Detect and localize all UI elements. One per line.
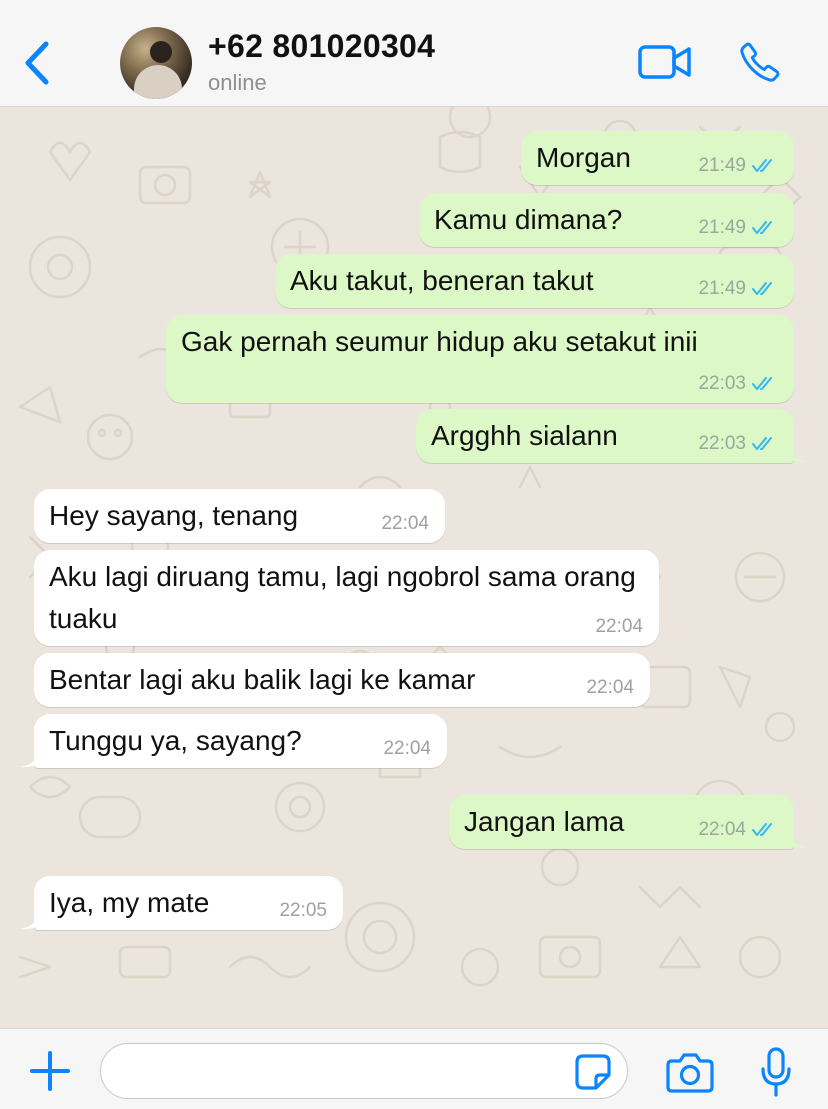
message-time: 21:49: [698, 217, 746, 238]
read-receipt-icon: [752, 436, 772, 450]
message-text: Iya, my mate: [49, 887, 210, 918]
message-text: Gak pernah seumur hidup aku setakut inii: [181, 326, 698, 357]
message-bubble-outgoing[interactable]: Morgan 21:49: [521, 131, 794, 185]
message-text: Aku lagi diruang tamu, lagi ngobrol sama…: [49, 561, 636, 634]
message-text: Argghh sialann: [431, 420, 618, 451]
message-time: 22:05: [279, 900, 327, 921]
read-receipt-icon: [752, 220, 772, 234]
chat-header: +62 801020304 online: [0, 0, 828, 107]
read-receipt-icon: [752, 822, 772, 836]
voice-call-button[interactable]: [738, 40, 782, 84]
message-text: Tunggu ya, sayang?: [49, 725, 302, 756]
voice-message-button[interactable]: [760, 1047, 792, 1097]
message-text: Hey sayang, tenang: [49, 500, 299, 531]
message-time: 22:03: [698, 433, 746, 454]
message-meta: 21:49: [698, 217, 778, 239]
message-bubble-outgoing[interactable]: Jangan lama 22:04: [449, 795, 808, 849]
message-bubble-outgoing[interactable]: Aku takut, beneran takut 21:49: [275, 254, 794, 308]
message-meta: 21:49: [698, 155, 778, 177]
video-camera-icon: [638, 45, 691, 79]
message-text: Aku takut, beneran takut: [290, 265, 594, 296]
message-meta: 21:49: [698, 278, 778, 300]
message-bubble-incoming[interactable]: Iya, my mate 22:05: [20, 876, 343, 930]
microphone-icon: [761, 1047, 791, 1097]
bubble-tail: [20, 910, 40, 930]
message-bubble-outgoing[interactable]: Argghh sialann 22:03: [416, 409, 808, 463]
chat-area[interactable]: Morgan 21:49 Kamu dimana? 21:49 Aku taku…: [0, 107, 828, 1028]
message-time: 22:04: [586, 677, 634, 698]
message-time: 21:49: [698, 278, 746, 299]
message-meta: 22:03: [698, 373, 778, 395]
read-receipt-icon: [752, 158, 772, 172]
read-receipt-icon: [752, 281, 772, 295]
bubble-tail: [788, 443, 808, 463]
message-bubble-incoming[interactable]: Tunggu ya, sayang? 22:04: [20, 714, 447, 768]
phone-icon: [740, 42, 780, 82]
attach-button[interactable]: [28, 1049, 72, 1093]
message-time: 22:04: [698, 819, 746, 840]
message-text: Kamu dimana?: [434, 204, 623, 235]
read-receipt-icon: [752, 376, 772, 390]
message-text: Morgan: [536, 142, 631, 173]
message-time: 22:04: [383, 738, 431, 759]
plus-icon: [30, 1051, 70, 1091]
message-time: 22:04: [381, 513, 429, 534]
sticker-button[interactable]: [574, 1053, 612, 1091]
message-bubble-incoming[interactable]: Aku lagi diruang tamu, lagi ngobrol sama…: [34, 550, 659, 646]
message-time: 21:49: [698, 155, 746, 176]
message-meta: 22:03: [698, 433, 778, 455]
bubble-tail: [20, 748, 40, 768]
message-bubble-incoming[interactable]: Hey sayang, tenang 22:04: [34, 489, 445, 543]
message-text: Bentar lagi aku balik lagi ke kamar: [49, 664, 476, 695]
back-button[interactable]: [18, 38, 58, 88]
message-bubble-outgoing[interactable]: Gak pernah seumur hidup aku setakut inii…: [166, 315, 794, 403]
message-time: 22:04: [595, 616, 643, 637]
sticker-icon: [575, 1054, 611, 1090]
message-text: Jangan lama: [464, 806, 625, 837]
message-input[interactable]: [100, 1043, 628, 1099]
message-meta: 22:04: [698, 819, 778, 841]
message-bubble-incoming[interactable]: Bentar lagi aku balik lagi ke kamar 22:0…: [34, 653, 650, 707]
message-input-bar: [0, 1028, 828, 1109]
avatar[interactable]: [120, 27, 192, 99]
message-bubble-outgoing[interactable]: Kamu dimana? 21:49: [419, 193, 794, 247]
bubble-tail: [788, 829, 808, 849]
camera-button[interactable]: [666, 1051, 714, 1093]
message-time: 22:03: [698, 373, 746, 394]
chevron-left-icon: [25, 41, 49, 85]
video-call-button[interactable]: [638, 44, 692, 80]
camera-icon: [666, 1053, 714, 1093]
contact-name[interactable]: +62 801020304: [208, 28, 435, 65]
contact-status: online: [208, 70, 267, 95]
